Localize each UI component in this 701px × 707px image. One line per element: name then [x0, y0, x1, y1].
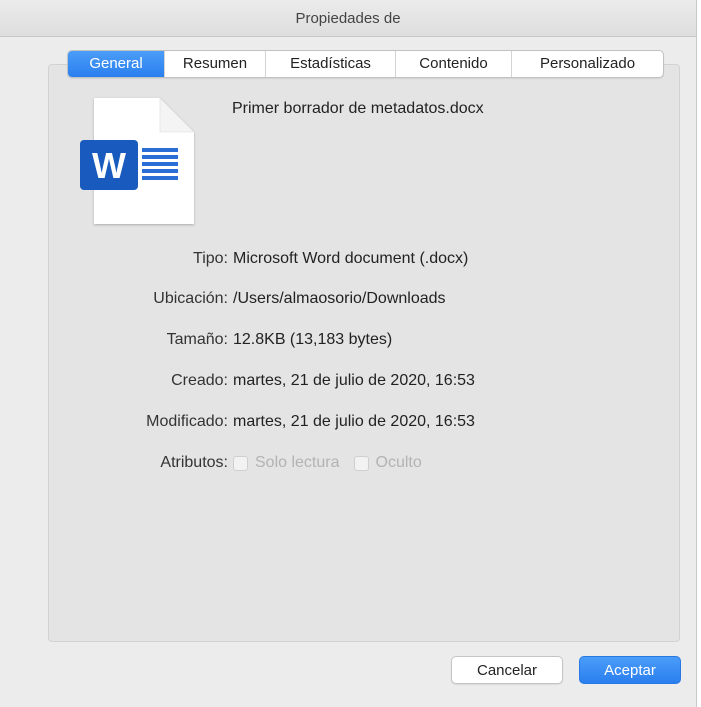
word-icon-letter: W — [92, 145, 126, 186]
word-document-icon: W — [80, 97, 195, 224]
size-row: Tamaño: 12.8KB (13,183 bytes) — [0, 331, 600, 353]
read-only-option[interactable]: Solo lectura — [233, 454, 340, 472]
properties-window: Propiedades de General Resumen Estadísti… — [0, 0, 697, 707]
read-only-label: Solo lectura — [255, 454, 340, 471]
created-label: Creado: — [171, 372, 228, 389]
type-label: Tipo: — [193, 250, 228, 267]
window-title: Propiedades de — [295, 9, 401, 27]
hidden-checkbox[interactable] — [353, 455, 369, 471]
attributes-label: Atributos: — [160, 454, 228, 471]
read-only-checkbox[interactable] — [233, 455, 248, 471]
file-name: Primer borrador de metadatos.docx — [232, 100, 484, 117]
size-label: Tamaño: — [166, 331, 228, 348]
created-row: Creado: martes, 21 de julio de 2020, 16:… — [0, 372, 600, 394]
location-row: Ubicación: /Users/almaosorio/Downloads — [0, 290, 600, 312]
size-value: 12.8KB (13,183 bytes) — [233, 331, 393, 348]
type-value: Microsoft Word document (.docx) — [233, 250, 469, 267]
tab-estadisticas[interactable]: Estadísticas — [265, 51, 395, 77]
hidden-label: Oculto — [375, 454, 422, 471]
modified-row: Modificado: martes, 21 de julio de 2020,… — [0, 413, 600, 435]
tab-bar: General Resumen Estadísticas Contenido P… — [67, 50, 664, 78]
cancel-button[interactable]: Cancelar — [451, 656, 563, 684]
hidden-option[interactable]: Oculto — [353, 454, 422, 472]
modified-label: Modificado: — [146, 413, 228, 430]
location-value: /Users/almaosorio/Downloads — [233, 290, 446, 307]
ok-button[interactable]: Aceptar — [579, 656, 681, 684]
attributes-row: Atributos: Solo lectura Oculto — [0, 454, 600, 476]
location-label: Ubicación: — [153, 290, 228, 307]
attribute-checkboxes: Solo lectura Oculto — [233, 454, 436, 472]
created-value: martes, 21 de julio de 2020, 16:53 — [233, 372, 475, 389]
tab-contenido[interactable]: Contenido — [395, 51, 511, 77]
tab-resumen[interactable]: Resumen — [164, 51, 265, 77]
tab-personalizado[interactable]: Personalizado — [511, 51, 663, 77]
modified-value: martes, 21 de julio de 2020, 16:53 — [233, 413, 475, 430]
type-row: Tipo: Microsoft Word document (.docx) — [0, 250, 600, 272]
tab-general[interactable]: General — [68, 51, 164, 77]
title-bar[interactable]: Propiedades de — [0, 0, 696, 37]
